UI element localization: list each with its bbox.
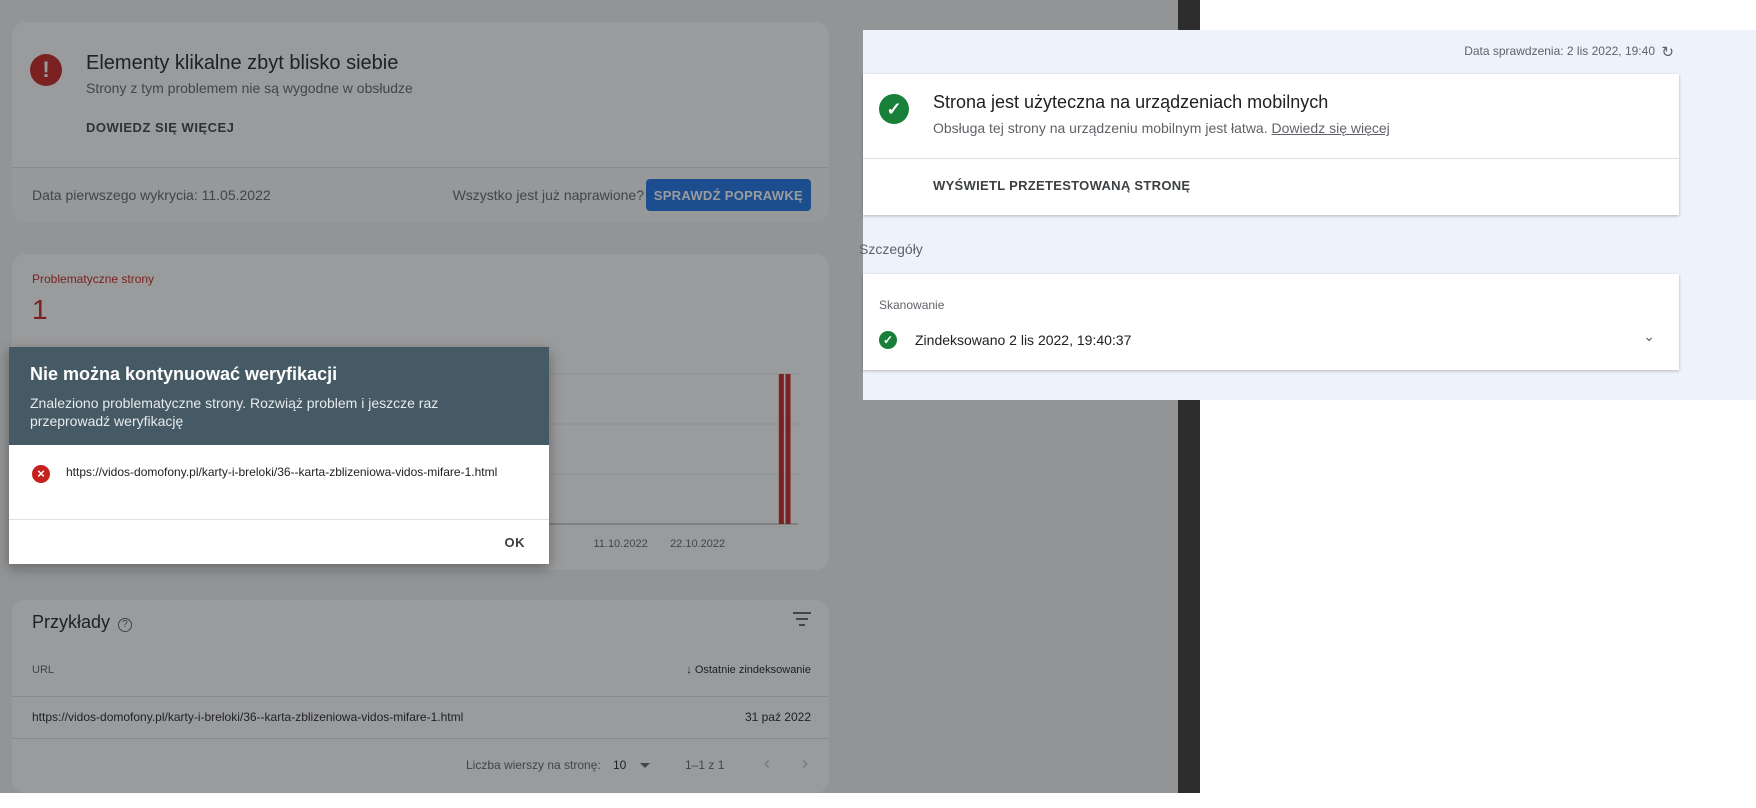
ok-button[interactable]: OK	[505, 535, 526, 550]
result-description: Obsługa tej strony na urządzeniu mobilny…	[933, 120, 1390, 136]
mobile-test-panel: Data sprawdzenia: 2 lis 2022, 19:40 ↻ ✓ …	[859, 30, 1756, 400]
learn-more-link[interactable]: Dowiedz się więcej	[1272, 120, 1390, 136]
chevron-down-icon[interactable]: ⌄	[1643, 328, 1655, 345]
result-card: ✓ Strona jest użyteczna na urządzeniach …	[863, 74, 1679, 215]
crawl-status-text: Zindeksowano 2 lis 2022, 19:40:37	[915, 332, 1132, 348]
view-tested-page-button[interactable]: WYŚWIETL PRZETESTOWANĄ STRONĘ	[933, 178, 1190, 193]
validation-error-dialog: Nie można kontynuować weryfikacji Znalez…	[9, 347, 549, 564]
check-circle-icon: ✓	[879, 94, 909, 124]
dialog-description: Znaleziono problematyczne strony. Rozwią…	[30, 395, 439, 429]
result-description-text: Obsługa tej strony na urządzeniu mobilny…	[933, 120, 1268, 136]
divider	[863, 158, 1679, 159]
dialog-header: Nie można kontynuować weryfikacji Znalez…	[9, 347, 549, 445]
divider	[9, 519, 549, 520]
dialog-url[interactable]: https://vidos-domofony.pl/karty-i-brelok…	[66, 464, 536, 481]
crawl-label: Skanowanie	[879, 298, 945, 312]
result-title: Strona jest użyteczna na urządzeniach mo…	[933, 92, 1329, 112]
details-heading: Szczegóły	[859, 241, 923, 257]
dialog-title: Nie można kontynuować weryfikacji	[30, 364, 338, 384]
check-circle-icon: ✓	[879, 331, 897, 349]
crawl-card[interactable]: Skanowanie ✓ Zindeksowano 2 lis 2022, 19…	[863, 274, 1679, 370]
refresh-icon[interactable]: ↻	[1661, 43, 1674, 61]
checked-date: Data sprawdzenia: 2 lis 2022, 19:40	[1464, 44, 1655, 58]
error-circle-icon: ×	[32, 465, 50, 483]
